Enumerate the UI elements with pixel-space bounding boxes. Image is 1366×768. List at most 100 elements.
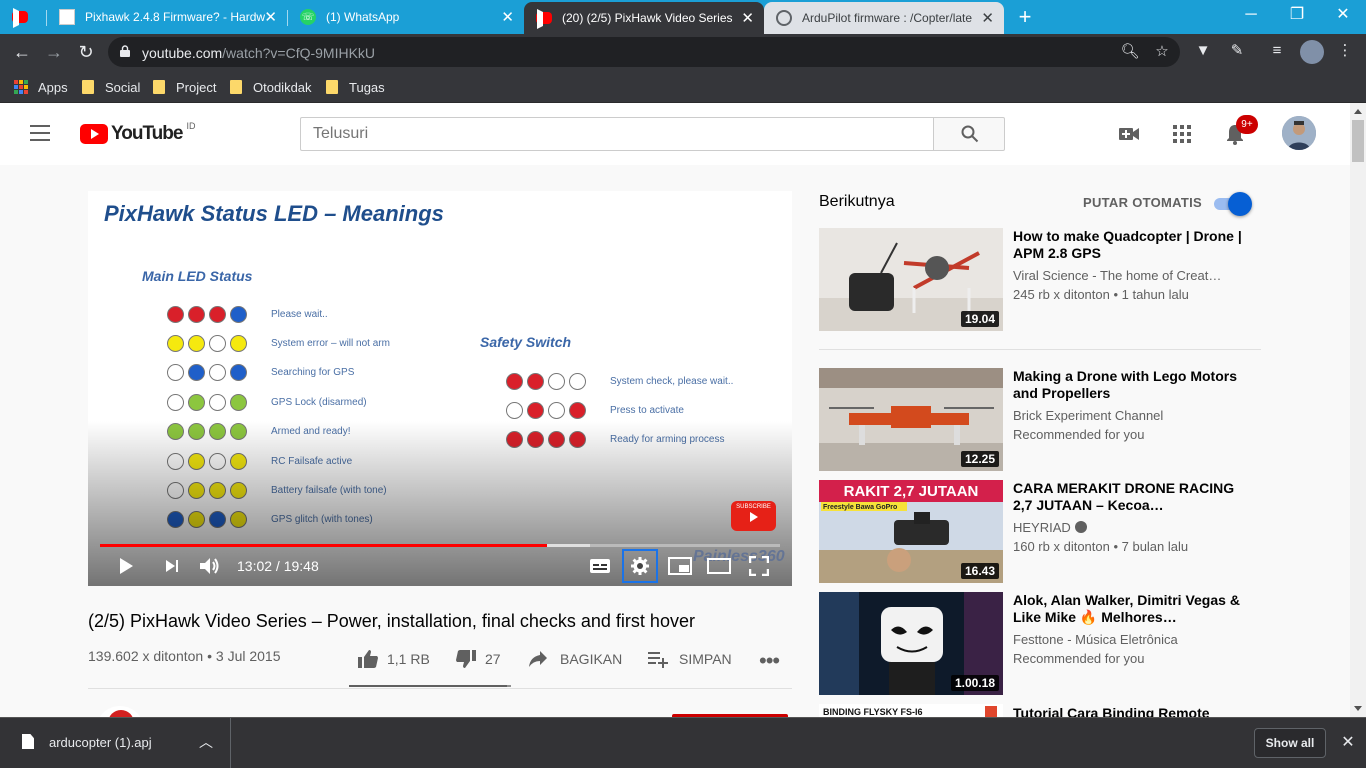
logo-text: YouTube [111, 123, 183, 144]
led-white [506, 401, 523, 419]
bookmark-apps[interactable]: Apps [14, 76, 68, 98]
channel-name: Brick Experiment Channel [1013, 408, 1164, 423]
apps-icon[interactable] [1170, 122, 1194, 146]
folder-icon [230, 80, 242, 94]
forward-arrow-icon[interactable]: → [40, 38, 68, 66]
miniplayer-button[interactable] [666, 553, 694, 579]
divider [819, 349, 1261, 350]
avatar-image [1282, 116, 1316, 150]
tab-title: (20) (2/5) PixHawk Video Series – [562, 11, 734, 25]
video-player[interactable]: PixHawk Status LED – Meanings Main LED S… [88, 191, 792, 586]
like-button[interactable]: 1,1 RB [357, 648, 430, 670]
restore-icon[interactable]: ❐ [1274, 0, 1320, 30]
create-video-icon[interactable] [1117, 122, 1141, 146]
close-icon[interactable]: ✕ [981, 9, 994, 27]
scroll-down-icon[interactable] [1354, 706, 1362, 711]
tab-title: Pixhawk 2.4.8 Firmware? - Hardw [85, 10, 265, 24]
close-icon[interactable]: ✕ [264, 8, 277, 26]
more-actions-icon[interactable]: ••• [759, 648, 780, 673]
bookmark-label: Apps [38, 79, 68, 95]
account-avatar[interactable] [1282, 116, 1316, 150]
chevron-up-icon[interactable]: ︿ [199, 732, 215, 750]
recommendation-item[interactable]: RAKIT 2,7 JUTAAN Freestyle Bawa GoPro 16… [819, 480, 1259, 584]
search-input[interactable] [300, 117, 934, 151]
bookmark-social[interactable]: Social [82, 76, 140, 98]
tab-youtube-pinned[interactable] [0, 0, 46, 34]
tab-pixhawk-video[interactable]: (20) (2/5) PixHawk Video Series – ✕ [524, 2, 764, 34]
extension-vpn-icon[interactable]: ▼ [1192, 40, 1214, 62]
dislike-button[interactable]: 27 [455, 648, 501, 670]
page-scrollbar[interactable] [1350, 103, 1366, 717]
media-controls-icon[interactable]: ≡ [1266, 40, 1288, 62]
led-blue [188, 364, 205, 382]
progress-bar[interactable] [100, 544, 780, 547]
menu-dots-icon[interactable]: ⋮ [1334, 40, 1356, 62]
bookmark-label: Social [105, 79, 141, 95]
save-label: SIMPAN [679, 651, 732, 667]
led-label: Searching for GPS [271, 367, 355, 379]
search-button[interactable] [933, 117, 1005, 151]
download-file-name: arducopter (1).apj [49, 735, 152, 750]
tab-title: ArduPilot firmware : /Copter/late [802, 11, 973, 25]
scroll-up-icon[interactable] [1354, 109, 1362, 114]
close-icon[interactable]: ✕ [501, 8, 514, 26]
extension-pen-icon[interactable]: ✎ [1226, 40, 1248, 62]
tab-whatsapp[interactable]: ☏ (1) WhatsApp ✕ [288, 0, 524, 34]
notification-badge: 9+ [1236, 115, 1258, 134]
star-icon[interactable]: ☆ [1152, 42, 1172, 62]
led-white [209, 364, 226, 382]
show-all-button[interactable]: Show all [1254, 728, 1326, 758]
video-duration: 19.04 [960, 311, 999, 327]
video-title: Alok, Alan Walker, Dimitri Vegas & Like … [1013, 592, 1240, 625]
next-button[interactable] [158, 553, 186, 579]
share-label: BAGIKAN [560, 651, 623, 667]
led-label: Press to activate [610, 404, 684, 416]
video-duration: 16.43 [960, 563, 999, 579]
share-button[interactable]: BAGIKAN [528, 648, 622, 670]
zoom-icon[interactable]: 🔍︎ [1120, 42, 1140, 62]
url-path: /watch?v=CfQ-9MIHKkU [222, 45, 376, 61]
play-button[interactable] [112, 553, 140, 579]
lock-icon [120, 45, 130, 57]
tab-ardupilot-firmware[interactable]: ArduPilot firmware : /Copter/late ✕ [764, 2, 1004, 34]
video-title: Tutorial Cara Binding Remote [1013, 705, 1210, 717]
fullscreen-button[interactable] [745, 553, 773, 579]
subscribe-watermark[interactable]: SUBSCRIBE [731, 501, 776, 531]
video-thumbnail: BINDING FLYSKY FS-I6 [819, 704, 1003, 717]
profile-avatar-icon[interactable] [1300, 40, 1324, 64]
reload-icon[interactable]: ↻ [72, 38, 100, 66]
address-bar[interactable]: youtube.com/watch?v=CfQ-9MIHKkU 🔍︎ ☆ [108, 37, 1180, 67]
close-window-icon[interactable]: ✕ [1320, 0, 1366, 30]
skip-next-icon [166, 560, 178, 572]
close-icon[interactable]: ✕ [1338, 732, 1358, 752]
youtube-logo[interactable]: YouTube ID [80, 121, 195, 145]
new-tab-button[interactable]: + [1012, 3, 1038, 31]
back-arrow-icon[interactable]: ← [8, 38, 36, 66]
settings-button[interactable] [622, 549, 658, 583]
scrollbar-thumb[interactable] [1352, 120, 1364, 162]
youtube-masthead: YouTube ID [0, 103, 1350, 165]
miniplayer-icon [668, 557, 692, 575]
recommendation-item[interactable]: 12.25 Making a Drone with Lego Motors an… [819, 368, 1259, 472]
document-icon [59, 9, 75, 25]
subtitles-button[interactable] [586, 553, 614, 579]
bookmark-project[interactable]: Project [153, 76, 216, 98]
autoplay-toggle[interactable] [1212, 192, 1252, 216]
led-row: System check, please wait.. [506, 371, 733, 391]
close-icon[interactable]: ✕ [741, 9, 754, 27]
download-item[interactable]: arducopter (1).apj ︿ [0, 718, 231, 768]
save-button[interactable]: SIMPAN [647, 648, 732, 670]
tab-pixhawk-firmware[interactable]: Pixhawk 2.4.8 Firmware? - Hardw ✕ [47, 0, 287, 34]
video-title: How to make Quadcopter | Drone | APM 2.8… [1013, 228, 1242, 261]
theater-mode-icon [707, 558, 731, 574]
recommendation-item[interactable]: 1.00.18 Alok, Alan Walker, Dimitri Vegas… [819, 592, 1259, 696]
minimize-icon[interactable]: ─ [1228, 0, 1274, 30]
recommendation-item[interactable]: BINDING FLYSKY FS-I6 Tutorial Cara Bindi… [819, 704, 1259, 717]
recommendation-item[interactable]: 19.04 How to make Quadcopter | Drone | A… [819, 228, 1259, 332]
menu-icon[interactable] [30, 125, 50, 141]
bookmark-tugas[interactable]: Tugas [326, 76, 385, 98]
volume-button[interactable] [196, 553, 224, 579]
theater-mode-button[interactable] [705, 553, 733, 579]
globe-icon [776, 10, 792, 26]
bookmark-otodikdak[interactable]: Otodikdak [230, 76, 312, 98]
